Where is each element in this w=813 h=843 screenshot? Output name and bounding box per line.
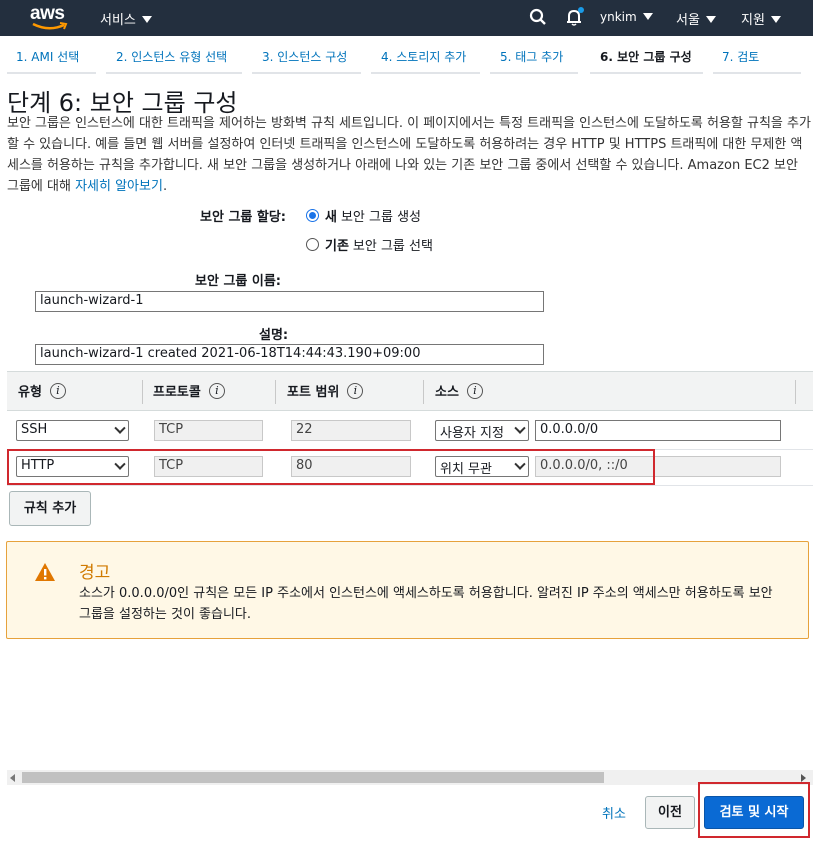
header-type: 유형 i	[18, 381, 66, 400]
search-icon[interactable]	[529, 8, 547, 26]
radio-button[interactable]	[306, 238, 319, 251]
radio-new-bold: 새	[325, 210, 337, 225]
review-and-launch-button[interactable]: 검토 및 시작	[704, 796, 804, 829]
top-navigation: aws 서비스 ynkim 서울 지원	[0, 0, 813, 36]
radio-new-group[interactable]: 새 보안 그룹 생성	[306, 206, 421, 225]
user-name: ynkim	[600, 10, 637, 24]
chevron-down-icon	[114, 422, 126, 434]
header-label: 포트 범위	[287, 385, 340, 400]
radio-existing-label: 보안 그룹 선택	[352, 239, 433, 254]
header-label: 프로토콜	[153, 385, 201, 400]
radio-existing-bold: 기존	[325, 239, 349, 254]
select-value: SSH	[21, 422, 48, 437]
step-label: 4. 스토리지 추가	[381, 50, 467, 64]
add-rule-button[interactable]: 규칙 추가	[9, 491, 91, 526]
step-configure-instance[interactable]: 3. 인스턴스 구성	[252, 44, 361, 74]
header-source: 소스 i	[435, 381, 483, 400]
previous-button[interactable]: 이전	[645, 796, 695, 829]
support-menu[interactable]: 지원	[741, 9, 781, 28]
chevron-down-icon	[705, 16, 716, 23]
aws-smile-icon	[32, 22, 68, 30]
warning-icon	[35, 563, 55, 581]
warning-alert: 경고 소스가 0.0.0.0/0인 규칙은 모든 IP 주소에서 인스턴스에 액…	[6, 541, 809, 639]
horizontal-scrollbar[interactable]	[7, 770, 813, 785]
step-add-tags[interactable]: 5. 태그 추가	[490, 44, 578, 74]
chevron-down-icon	[642, 13, 653, 20]
select-value: 사용자 지정	[440, 426, 504, 441]
page-description: 보안 그룹은 인스턴스에 대한 트래픽을 제어하는 방화벽 규칙 세트입니다. …	[7, 113, 811, 197]
scroll-left-icon[interactable]	[10, 774, 15, 782]
step-label: 7. 검토	[722, 50, 760, 64]
user-menu[interactable]: ynkim	[600, 10, 653, 24]
group-desc-input[interactable]: launch-wizard-1 created 2021-06-18T14:44…	[35, 344, 544, 365]
step-instance-type[interactable]: 2. 인스턴스 유형 선택	[106, 44, 242, 74]
rules-table-header: 유형 i 프로토콜 i 포트 범위 i 소스 i	[7, 371, 813, 411]
step-label: 3. 인스턴스 구성	[262, 50, 348, 64]
info-icon[interactable]: i	[347, 382, 364, 399]
info-icon[interactable]: i	[466, 382, 483, 399]
services-menu[interactable]: 서비스	[100, 9, 152, 28]
chevron-down-icon	[514, 422, 526, 434]
scroll-thumb[interactable]	[22, 772, 604, 783]
cancel-button[interactable]: 취소	[602, 803, 626, 822]
column-divider	[423, 380, 424, 404]
rule-protocol: TCP	[154, 420, 263, 441]
column-divider	[142, 380, 143, 404]
rule-source-select[interactable]: 사용자 지정	[435, 420, 529, 441]
group-name-label: 보안 그룹 이름:	[195, 274, 282, 289]
step-label: 5. 태그 추가	[500, 50, 564, 64]
group-name-input[interactable]: launch-wizard-1	[35, 291, 544, 312]
radio-button-selected[interactable]	[306, 209, 319, 222]
highlight-box	[7, 449, 655, 485]
info-icon[interactable]: i	[49, 382, 66, 399]
region-menu[interactable]: 서울	[676, 9, 716, 28]
step-label: 6. 보안 그룹 구성	[600, 50, 692, 64]
step-label: 2. 인스턴스 유형 선택	[116, 50, 228, 64]
step-label: 1. AMI 선택	[16, 50, 80, 64]
services-label: 서비스	[100, 13, 136, 28]
step-security-group[interactable]: 6. 보안 그룹 구성	[590, 44, 703, 74]
radio-new-label: 보안 그룹 생성	[340, 210, 421, 225]
scroll-right-icon[interactable]	[801, 774, 806, 782]
header-protocol: 프로토콜 i	[153, 381, 225, 400]
support-label: 지원	[741, 13, 765, 28]
column-divider	[795, 380, 796, 404]
learn-more-link[interactable]: 자세히 알아보기	[75, 179, 163, 194]
wizard-steps: 1. AMI 선택 2. 인스턴스 유형 선택 3. 인스턴스 구성 4. 스토…	[0, 44, 813, 74]
group-desc-label: 설명:	[259, 328, 289, 343]
warning-title: 경고	[79, 563, 111, 583]
region-label: 서울	[676, 13, 700, 28]
warning-text: 소스가 0.0.0.0/0인 규칙은 모든 IP 주소에서 인스턴스에 액세스하…	[79, 586, 773, 622]
aws-logo[interactable]: aws	[30, 3, 70, 33]
rule-cidr-input[interactable]: 0.0.0.0/0	[535, 420, 781, 441]
radio-existing-group[interactable]: 기존 보안 그룹 선택	[306, 235, 433, 254]
rule-type-select[interactable]: SSH	[16, 420, 129, 441]
chevron-down-icon	[141, 16, 152, 23]
step-ami[interactable]: 1. AMI 선택	[7, 44, 96, 74]
rule-port: 22	[291, 420, 411, 441]
column-divider	[275, 380, 276, 404]
description-end: .	[162, 179, 168, 194]
chevron-down-icon	[770, 16, 781, 23]
bell-icon[interactable]	[564, 6, 586, 28]
row-divider	[7, 485, 813, 486]
info-icon[interactable]: i	[208, 382, 225, 399]
header-label: 소스	[435, 385, 459, 400]
step-review[interactable]: 7. 검토	[713, 44, 801, 74]
assign-label: 보안 그룹 할당:	[200, 210, 287, 225]
header-port-range: 포트 범위 i	[287, 381, 364, 400]
step-add-storage[interactable]: 4. 스토리지 추가	[371, 44, 480, 74]
header-label: 유형	[18, 385, 42, 400]
